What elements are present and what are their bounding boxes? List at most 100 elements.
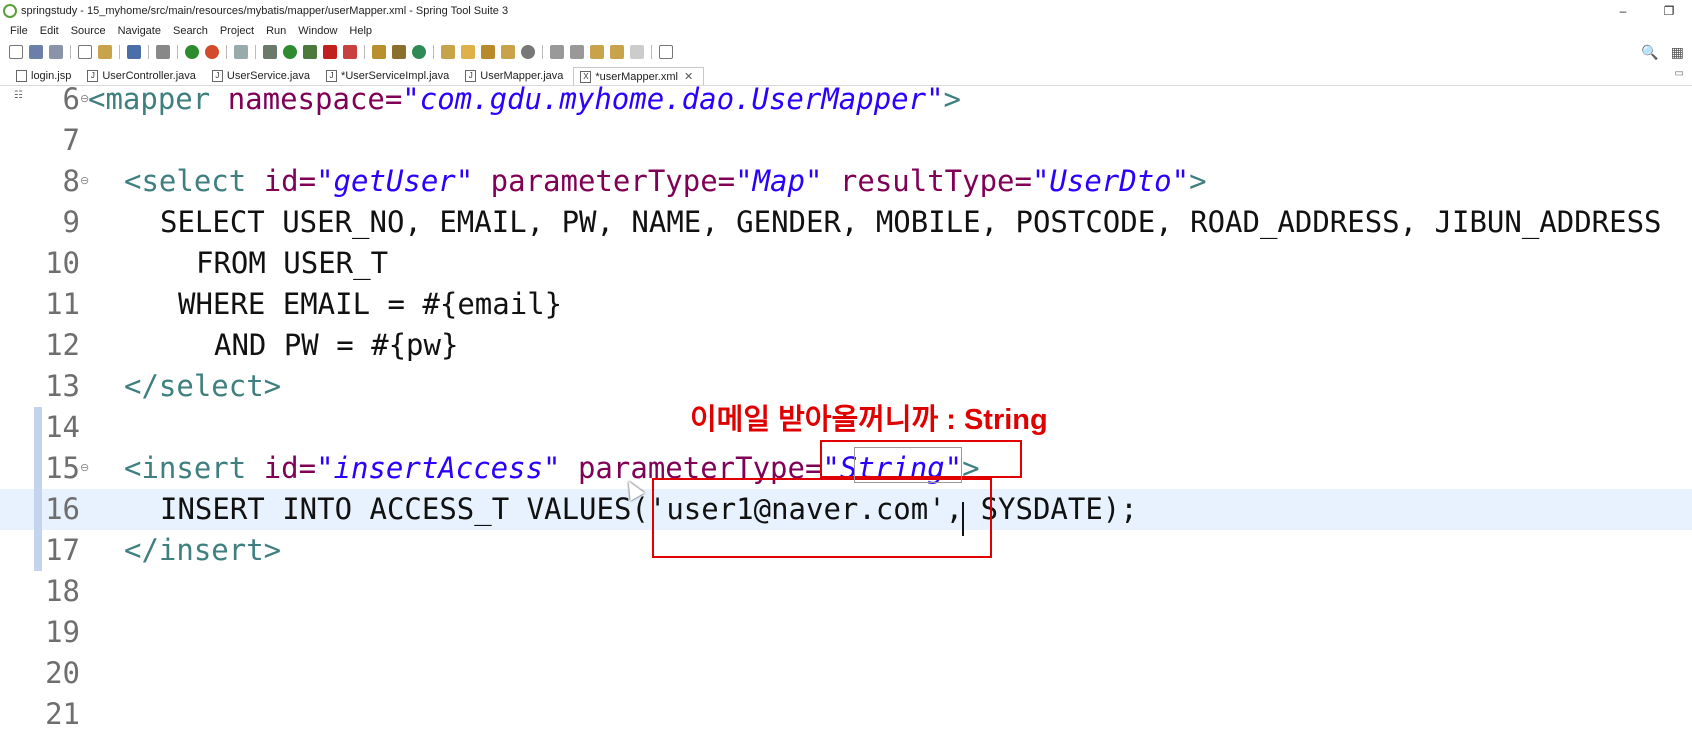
minimize-button[interactable]: –: [1600, 0, 1646, 22]
refresh-icon[interactable]: [205, 45, 219, 59]
code-line: 21: [0, 694, 1692, 735]
tab-usermapper-java[interactable]: J UserMapper.java: [459, 67, 573, 85]
xml-attribute: id=: [263, 451, 317, 485]
code-line: 10 FROM USER_T: [0, 243, 1692, 284]
menu-file[interactable]: File: [4, 25, 34, 37]
previous-annotation-icon[interactable]: [570, 45, 584, 59]
xml-tag: <insert: [124, 451, 264, 485]
last-edit-icon[interactable]: [590, 45, 604, 59]
menu-edit[interactable]: Edit: [34, 25, 65, 37]
boot-dashboard-icon[interactable]: [185, 45, 199, 59]
search-icon[interactable]: 🔍: [1641, 44, 1658, 61]
window-title: springstudy - 15_myhome/src/main/resourc…: [21, 5, 509, 17]
toolbar-separator: [226, 45, 227, 59]
line-number: 13: [45, 369, 80, 403]
fold-icon[interactable]: ⊖: [80, 161, 89, 202]
menu-navigate[interactable]: Navigate: [112, 25, 167, 37]
save-all-icon[interactable]: [49, 45, 63, 59]
line-number: 8: [62, 164, 80, 198]
menu-source[interactable]: Source: [65, 25, 112, 37]
skip-breakpoints-icon[interactable]: [156, 45, 170, 59]
line-number: 21: [45, 697, 80, 731]
menu-run[interactable]: Run: [260, 25, 292, 37]
new-package-icon[interactable]: [392, 45, 406, 59]
open-type-icon[interactable]: [441, 45, 455, 59]
xml-tag-close: >: [1189, 164, 1207, 198]
editor-tab-bar: login.jsp J UserController.java J UserSe…: [0, 66, 1692, 86]
new-class-icon[interactable]: [412, 45, 426, 59]
xml-attribute: resultType=: [822, 164, 1032, 198]
run-icon[interactable]: [283, 45, 297, 59]
save-icon[interactable]: [29, 45, 43, 59]
menu-project[interactable]: Project: [214, 25, 260, 37]
external-tools-icon[interactable]: [343, 45, 357, 59]
line-number: 17: [45, 533, 80, 567]
tab-usermapper-xml[interactable]: X *userMapper.xml ✕: [573, 67, 705, 85]
title-bar: springstudy - 15_myhome/src/main/resourc…: [0, 0, 1692, 22]
xml-attribute: namespace=: [227, 86, 403, 116]
code-text: <mapper namespace="com.gdu.myhome.dao.Us…: [88, 86, 961, 120]
code-line: 6 ⊖ <mapper namespace="com.gdu.myhome.da…: [0, 86, 1692, 120]
word-selection: [854, 447, 962, 483]
close-icon[interactable]: ✕: [684, 70, 693, 83]
open-perspective-icon[interactable]: ▦: [1671, 44, 1684, 61]
toolbar-separator: [255, 45, 256, 59]
tab-login-jsp[interactable]: login.jsp: [10, 67, 81, 85]
fold-icon[interactable]: ⊖: [80, 448, 89, 489]
code-line: 20: [0, 653, 1692, 694]
properties-icon[interactable]: [98, 45, 112, 59]
xml-tag: <mapper: [88, 86, 228, 116]
pin-editor-icon[interactable]: [659, 45, 673, 59]
menu-help[interactable]: Help: [343, 25, 378, 37]
stop-icon[interactable]: [323, 45, 337, 59]
restore-button[interactable]: ❐: [1646, 0, 1692, 22]
coverage-icon[interactable]: [303, 45, 317, 59]
line-number: 10: [45, 246, 80, 280]
line-number: 15: [45, 451, 80, 485]
search-tool-icon[interactable]: [481, 45, 495, 59]
code-text: <select id="getUser" parameterType="Map"…: [124, 161, 1207, 202]
xml-value: "insertAccess": [316, 451, 561, 485]
open-resource-icon[interactable]: [501, 45, 515, 59]
link-icon[interactable]: [234, 45, 248, 59]
console-icon[interactable]: [127, 45, 141, 59]
minimize-editor-icon[interactable]: ▭: [1675, 68, 1684, 79]
new-icon[interactable]: [9, 45, 23, 59]
tab-userservice-java[interactable]: J UserService.java: [206, 67, 320, 85]
toolbar-right: 🔍 ▦: [1641, 44, 1684, 61]
tab-label: *UserServiceImpl.java: [341, 70, 450, 82]
tab-userserviceimpl-java[interactable]: J *UserServiceImpl.java: [320, 67, 459, 85]
toolbar-separator: [119, 45, 120, 59]
web-browser-icon[interactable]: [521, 45, 535, 59]
code-line: 18: [0, 571, 1692, 612]
menu-window[interactable]: Window: [292, 25, 343, 37]
new-java-project-icon[interactable]: [372, 45, 386, 59]
tab-label: UserMapper.java: [480, 70, 564, 82]
forward-icon[interactable]: [630, 45, 644, 59]
tab-label: UserService.java: [226, 70, 311, 82]
tab-label: *userMapper.xml: [595, 70, 678, 83]
toolbar-separator: [70, 45, 71, 59]
next-annotation-icon[interactable]: [550, 45, 564, 59]
xml-tag: <select: [124, 164, 264, 198]
annotation-box-email: [652, 478, 992, 558]
line-number: 12: [45, 328, 80, 362]
java-file-icon: J: [465, 70, 477, 82]
debug-icon[interactable]: [263, 45, 277, 59]
menu-search[interactable]: Search: [167, 25, 214, 37]
tab-usercontroller-java[interactable]: J UserController.java: [81, 67, 206, 85]
back-icon[interactable]: [610, 45, 624, 59]
line-number: 18: [45, 574, 80, 608]
toolbar-separator: [433, 45, 434, 59]
tab-label: login.jsp: [31, 70, 72, 82]
menu-bar: File Edit Source Navigate Search Project…: [0, 22, 1692, 40]
java-file-icon: J: [87, 70, 99, 82]
open-task-icon[interactable]: [461, 45, 475, 59]
print-icon[interactable]: [78, 45, 92, 59]
line-number: 14: [45, 410, 80, 444]
toolbar-separator: [148, 45, 149, 59]
window-controls: – ❐: [1600, 0, 1692, 22]
xml-attribute: parameterType=: [473, 164, 736, 198]
line-number: 6: [62, 86, 80, 116]
xml-value: "com.gdu.myhome.dao.UserMapper": [402, 86, 944, 116]
